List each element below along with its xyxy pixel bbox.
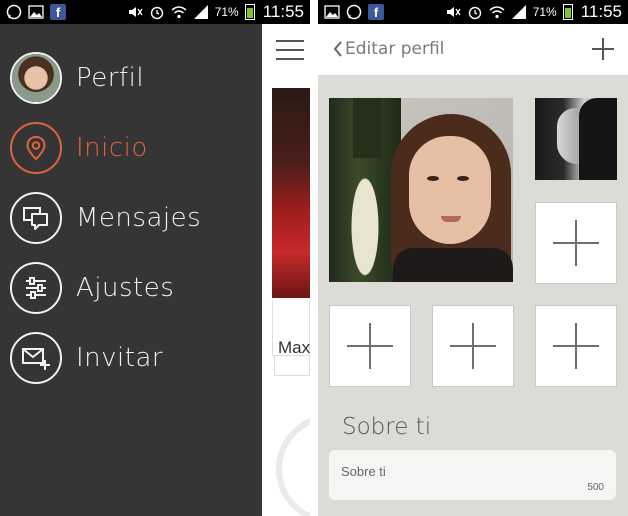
hamburger-menu-icon[interactable] (276, 40, 304, 60)
menu-item-ajustes[interactable]: Ajustes (10, 260, 174, 316)
profile-photo-secondary[interactable] (535, 98, 617, 180)
add-photo-slot[interactable] (432, 305, 514, 387)
wifi-icon (489, 6, 505, 19)
screen-divider (310, 0, 318, 516)
navigation-drawer: Perfil Inicio Mensajes Ajustes Invitar (0, 24, 262, 516)
menu-item-label: Invitar (76, 343, 164, 373)
battery-percent: 71% (532, 5, 557, 19)
profile-card-name: Max (278, 338, 310, 357)
edit-profile-toolbar: Editar perfil (318, 24, 628, 76)
alarm-icon (468, 6, 481, 20)
status-bar: f 71% 11:55 (318, 0, 628, 24)
location-pin-icon (26, 135, 46, 161)
right-screen: f 71% 11:55 Editar perfil Sobre ti Sobre… (318, 0, 628, 516)
mute-icon (128, 7, 143, 17)
menu-item-mensajes[interactable]: Mensajes (10, 190, 201, 246)
menu-item-perfil[interactable]: Perfil (10, 50, 144, 106)
whatsapp-icon (6, 4, 22, 20)
back-chevron-icon[interactable] (332, 40, 344, 58)
mute-icon (446, 7, 461, 17)
add-photo-slot[interactable] (329, 305, 411, 387)
about-textarea[interactable]: Sobre ti 500 (329, 450, 616, 500)
add-photo-slot[interactable] (535, 202, 617, 284)
about-placeholder: Sobre ti (341, 464, 386, 479)
profile-photo-main[interactable] (329, 98, 513, 282)
menu-item-label: Perfil (76, 63, 145, 93)
add-icon[interactable] (590, 36, 616, 62)
battery-icon (244, 4, 255, 20)
menu-item-label: Inicio (76, 133, 148, 163)
wifi-icon (171, 6, 187, 19)
left-screen: f 71% 11:55 Perfil Inicio Mensajes Ajust… (0, 0, 310, 516)
alarm-icon (150, 6, 163, 20)
signal-icon (511, 5, 526, 19)
signal-icon (193, 5, 208, 19)
plus-icon (450, 323, 496, 369)
plus-icon (553, 220, 599, 266)
add-photo-slot[interactable] (535, 305, 617, 387)
profile-card-photo[interactable] (272, 88, 310, 298)
menu-item-inicio[interactable]: Inicio (10, 120, 148, 176)
avatar (10, 52, 62, 104)
facebook-icon: f (50, 4, 66, 20)
plus-icon (347, 323, 393, 369)
menu-item-invitar[interactable]: Invitar (10, 330, 163, 386)
main-content-peek: Max (262, 24, 310, 516)
status-time: 11:55 (262, 2, 304, 21)
gallery-icon (28, 5, 44, 19)
sliders-icon (26, 277, 46, 299)
page-title[interactable]: Editar perfil (345, 39, 444, 59)
chat-bubbles-icon (23, 207, 48, 230)
card-stack-edge (274, 356, 310, 376)
battery-icon (562, 4, 573, 20)
battery-percent: 71% (214, 5, 239, 19)
invite-mail-icon (22, 348, 50, 370)
character-counter: 500 (587, 482, 604, 493)
about-section-title: Sobre ti (342, 414, 432, 440)
gallery-icon (324, 5, 340, 19)
menu-item-label: Mensajes (76, 203, 202, 233)
status-bar: f 71% 11:55 (0, 0, 310, 24)
action-button-ring[interactable] (276, 414, 310, 516)
whatsapp-icon (346, 4, 362, 20)
facebook-icon: f (368, 4, 384, 20)
menu-item-label: Ajustes (76, 273, 175, 303)
plus-icon (553, 323, 599, 369)
status-time: 11:55 (580, 2, 622, 21)
